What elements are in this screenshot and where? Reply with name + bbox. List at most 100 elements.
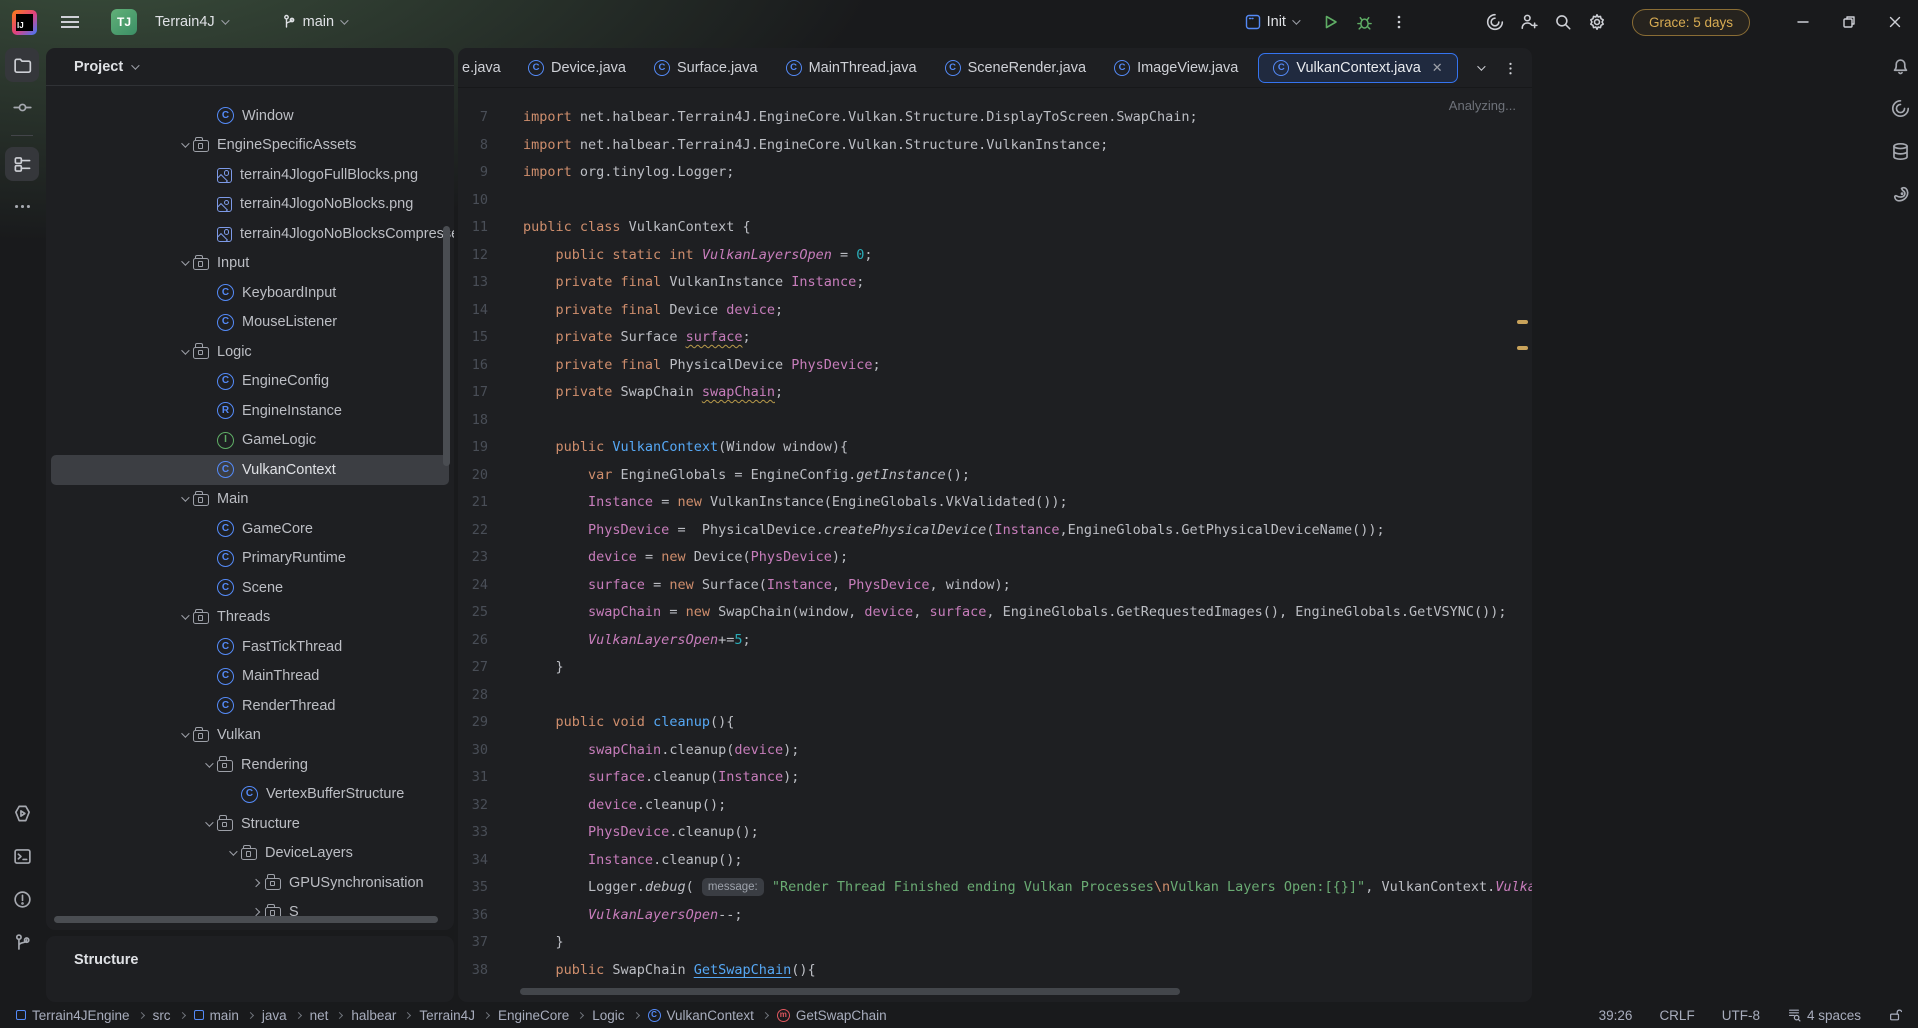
tool-button-problems[interactable]: [5, 882, 39, 916]
tree-chevron-slot[interactable]: [198, 821, 217, 827]
line-number[interactable]: 8: [458, 132, 488, 160]
tree-item-terrain4JlogoNoBlocksCompressed.png[interactable]: terrain4JlogoNoBlocksCompressed.png: [51, 219, 449, 249]
tree-chevron-slot[interactable]: [198, 762, 217, 768]
line-number[interactable]: 30: [458, 737, 488, 765]
code-line[interactable]: 12 public static int VulkanLayersOpen = …: [458, 242, 1532, 270]
code-area[interactable]: 7import net.halbear.Terrain4J.EngineCore…: [458, 88, 1532, 1002]
breadcrumb-item-net[interactable]: net: [310, 1008, 329, 1023]
tree-item-VulkanContext[interactable]: CVulkanContext: [51, 455, 449, 485]
tree-item-VertexBufferStructure[interactable]: CVertexBufferStructure: [51, 780, 449, 810]
line-number[interactable]: 15: [458, 324, 488, 352]
code-line[interactable]: 38 public SwapChain GetSwapChain(){: [458, 957, 1532, 985]
editor-tab-SceneRender.java[interactable]: CSceneRender.java: [931, 48, 1101, 88]
indent-setting[interactable]: 4 spaces: [1787, 1008, 1861, 1023]
caret-position[interactable]: 39:26: [1599, 1008, 1633, 1023]
tree-item-MainThread[interactable]: CMainThread: [51, 662, 449, 692]
line-number[interactable]: 27: [458, 654, 488, 682]
tool-button-more[interactable]: [5, 189, 39, 223]
code-line[interactable]: 16 private final PhysicalDevice PhysDevi…: [458, 352, 1532, 380]
breadcrumb-item-halbear[interactable]: halbear: [351, 1008, 396, 1023]
code-line[interactable]: 21 Instance = new VulkanInstance(EngineG…: [458, 489, 1532, 517]
tree-item-terrain4JlogoNoBlocks.png[interactable]: terrain4JlogoNoBlocks.png: [51, 190, 449, 220]
tool-button-terminal[interactable]: [5, 839, 39, 873]
line-number[interactable]: 35: [458, 874, 488, 902]
main-menu-icon[interactable]: [61, 16, 79, 28]
warning-stripe-mark[interactable]: [1517, 346, 1528, 350]
more-actions-button[interactable]: [1382, 5, 1416, 39]
editor-horizontal-scrollbar[interactable]: [520, 988, 1180, 995]
tree-item-EngineConfig[interactable]: CEngineConfig: [51, 367, 449, 397]
tree-chevron-slot[interactable]: [222, 850, 241, 856]
tree-item-terrain4JlogoFullBlocks.png[interactable]: terrain4JlogoFullBlocks.png: [51, 160, 449, 190]
code-line[interactable]: 27 }: [458, 654, 1532, 682]
code-line[interactable]: 15 private Surface surface;: [458, 324, 1532, 352]
breadcrumb-item-Terrain4JEngine[interactable]: Terrain4JEngine: [16, 1008, 130, 1023]
debug-button[interactable]: [1348, 5, 1382, 39]
tool-button-project-folder[interactable]: [5, 48, 39, 82]
line-number[interactable]: 23: [458, 544, 488, 572]
code-line[interactable]: 23 device = new Device(PhysDevice);: [458, 544, 1532, 572]
line-number[interactable]: 13: [458, 269, 488, 297]
run-configuration-select[interactable]: Init: [1237, 9, 1306, 35]
line-number[interactable]: 37: [458, 929, 488, 957]
code-line[interactable]: 28: [458, 682, 1532, 710]
run-button[interactable]: [1314, 5, 1348, 39]
tree-chevron-slot[interactable]: [174, 260, 193, 266]
code-line[interactable]: 26 VulkanLayersOpen+=5;: [458, 627, 1532, 655]
tree-item-Scene[interactable]: CScene: [51, 573, 449, 603]
editor-tab-VulkanContext.java[interactable]: CVulkanContext.java✕: [1258, 53, 1457, 83]
project-panel-header[interactable]: Project: [46, 48, 454, 86]
code-line[interactable]: 14 private final Device device;: [458, 297, 1532, 325]
line-number[interactable]: 17: [458, 379, 488, 407]
tree-item-MouseListener[interactable]: CMouseListener: [51, 308, 449, 338]
code-line[interactable]: 35 Logger.debug( message: "Render Thread…: [458, 874, 1532, 902]
hidden-tabs-button[interactable]: [1466, 48, 1494, 88]
line-number[interactable]: 36: [458, 902, 488, 930]
settings-button[interactable]: [1580, 5, 1614, 39]
tree-item-GPUSynchronisation[interactable]: GPUSynchronisation: [51, 868, 449, 898]
line-number[interactable]: 14: [458, 297, 488, 325]
tree-item-FastTickThread[interactable]: CFastTickThread: [51, 632, 449, 662]
tool-button-services[interactable]: [5, 796, 39, 830]
code-line[interactable]: 32 device.cleanup();: [458, 792, 1532, 820]
tool-button-gradle[interactable]: [1883, 177, 1917, 211]
line-number[interactable]: 25: [458, 599, 488, 627]
code-line[interactable]: 9import org.tinylog.Logger;: [458, 159, 1532, 187]
code-line[interactable]: 11public class VulkanContext {: [458, 214, 1532, 242]
code-line[interactable]: 18: [458, 407, 1532, 435]
line-number[interactable]: 34: [458, 847, 488, 875]
code-line[interactable]: 10: [458, 187, 1532, 215]
line-number[interactable]: 11: [458, 214, 488, 242]
code-line[interactable]: 25 swapChain = new SwapChain(window, dev…: [458, 599, 1532, 627]
tree-item-KeyboardInput[interactable]: CKeyboardInput: [51, 278, 449, 308]
tree-item-Window[interactable]: CWindow: [51, 101, 449, 131]
tree-item-PrimaryRuntime[interactable]: CPrimaryRuntime: [51, 544, 449, 574]
tree-chevron-slot[interactable]: [174, 496, 193, 502]
tree-item-EngineInstance[interactable]: REngineInstance: [51, 396, 449, 426]
line-ending[interactable]: CRLF: [1659, 1008, 1694, 1023]
code-line[interactable]: 13 private final VulkanInstance Instance…: [458, 269, 1532, 297]
code-line[interactable]: 22 PhysDevice = PhysicalDevice.createPhy…: [458, 517, 1532, 545]
project-tree-vertical-scrollbar[interactable]: [443, 226, 450, 466]
tree-chevron-slot[interactable]: [246, 880, 265, 886]
line-number[interactable]: 7: [458, 104, 488, 132]
code-line[interactable]: 19 public VulkanContext(Window window){: [458, 434, 1532, 462]
tree-item-Logic[interactable]: Logic: [51, 337, 449, 367]
editor-tab-Surface.java[interactable]: CSurface.java: [640, 48, 772, 88]
tree-chevron-slot[interactable]: [246, 909, 265, 915]
code-line[interactable]: 36 VulkanLayersOpen--;: [458, 902, 1532, 930]
code-with-me-button[interactable]: [1512, 5, 1546, 39]
project-tree-horizontal-scrollbar[interactable]: [54, 916, 438, 923]
window-minimize-button[interactable]: [1780, 0, 1826, 44]
tree-item-GameCore[interactable]: CGameCore: [51, 514, 449, 544]
breadcrumb-item-Logic[interactable]: Logic: [592, 1008, 624, 1023]
tab-close-icon[interactable]: ✕: [1432, 60, 1443, 76]
line-number[interactable]: 32: [458, 792, 488, 820]
breadcrumb-item-VulkanContext[interactable]: CVulkanContext: [648, 1008, 754, 1023]
line-number[interactable]: 21: [458, 489, 488, 517]
window-close-button[interactable]: [1872, 0, 1918, 44]
code-line[interactable]: 17 private SwapChain swapChain;: [458, 379, 1532, 407]
code-line[interactable]: 24 surface = new Surface(Instance, PhysD…: [458, 572, 1532, 600]
line-number[interactable]: 26: [458, 627, 488, 655]
license-badge[interactable]: Grace: 5 days: [1632, 9, 1750, 36]
